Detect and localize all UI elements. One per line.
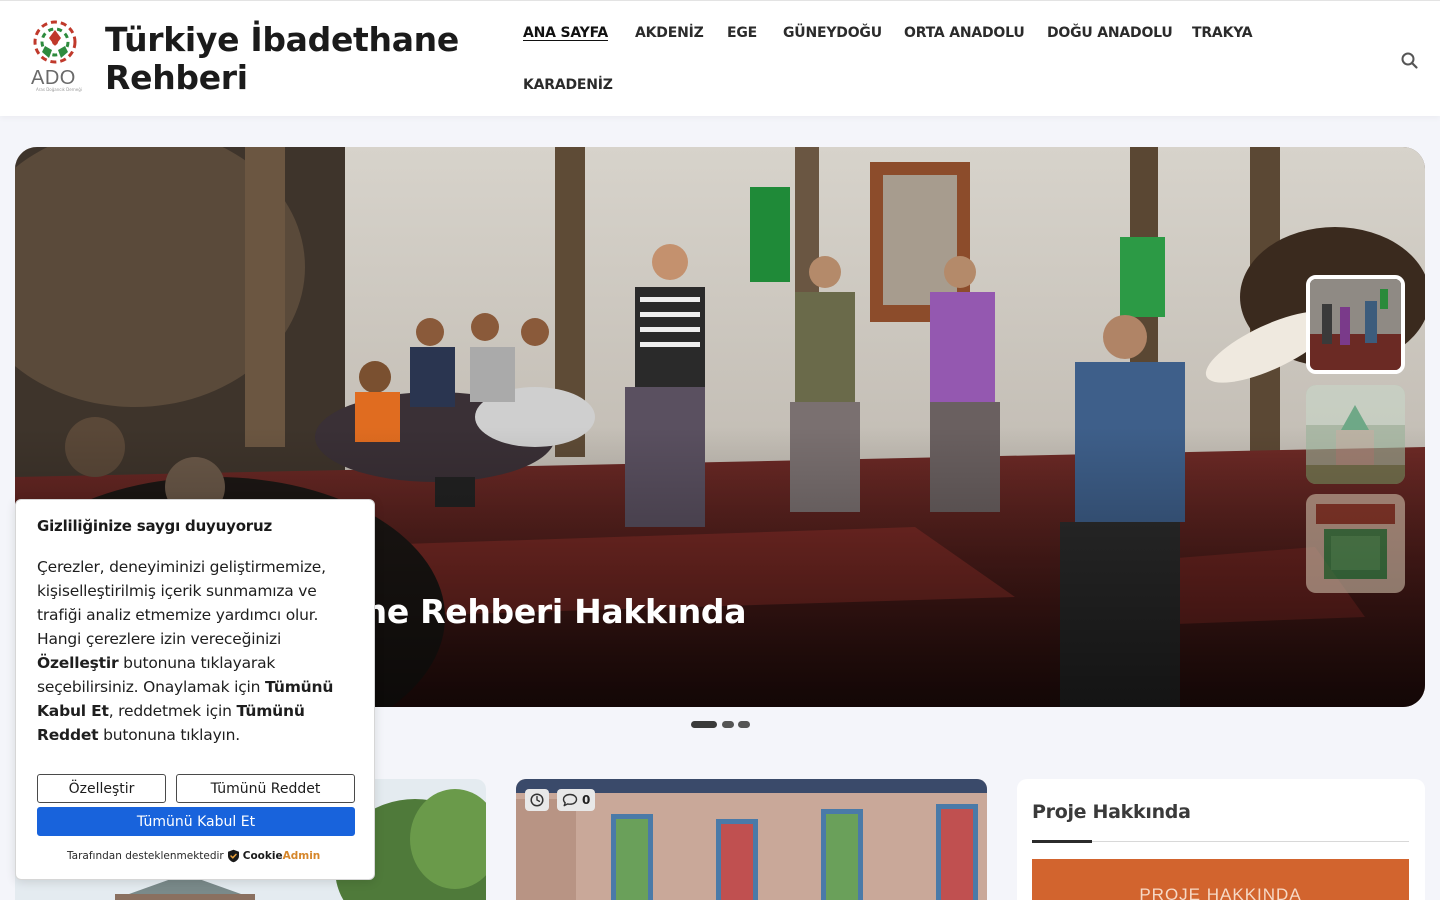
site-header: ADO Aras Doğancık Derneği Türkiye İbadet…: [0, 0, 1440, 116]
cookie-title: Gizliliğinize saygı duyuyoruz: [37, 517, 273, 535]
slider-dot-3[interactable]: [738, 721, 750, 728]
reject-all-button[interactable]: Tümünü Reddet: [176, 774, 355, 803]
clock-icon: [530, 793, 544, 807]
cookie-text-customize: Özelleştir: [37, 654, 119, 672]
cookieadmin-brand-part1: Cookie: [242, 850, 283, 862]
hero-thumbnail-1[interactable]: [1306, 275, 1405, 374]
cookie-description: Çerezler, deneyiminizi geliştirmemize, k…: [37, 555, 357, 747]
nav-dogu-anadolu[interactable]: DOĞU ANADOLU: [1047, 25, 1173, 41]
slider-dot-2[interactable]: [722, 721, 734, 728]
nav-karadeniz[interactable]: KARADENİZ: [523, 77, 613, 93]
thumbnail-image: [1306, 385, 1405, 484]
cookie-text-3: , reddetmek için: [108, 702, 237, 720]
cookie-consent-banner: Gizliliğinize saygı duyuyoruz Çerezler, …: [15, 499, 375, 880]
nav-akdeniz[interactable]: AKDENİZ: [635, 25, 704, 41]
powered-by: Tarafından desteklenmektedir CookieAdmin: [67, 849, 320, 863]
nav-ana-sayfa[interactable]: ANA SAYFA: [523, 25, 608, 41]
mosque-card-interior[interactable]: 0: [516, 779, 987, 900]
cookie-text-1: Çerezler, deneyiminizi geliştirmemize, k…: [37, 558, 326, 648]
slider-dots: [691, 721, 751, 729]
comment-icon: [562, 793, 578, 807]
thumbnail-image: [1306, 494, 1405, 593]
customize-button[interactable]: Özelleştir: [37, 774, 166, 803]
cookie-text-4: butonuna tıklayın.: [98, 726, 241, 744]
nav-trakya[interactable]: TRAKYA: [1192, 25, 1253, 41]
comment-badge[interactable]: 0: [557, 789, 596, 811]
nav-guneydogu[interactable]: GÜNEYDOĞU: [783, 25, 882, 41]
cookieadmin-logo[interactable]: CookieAdmin: [243, 850, 321, 862]
widget-title: Proje Hakkında: [1032, 801, 1191, 823]
nav-ege[interactable]: EGE: [727, 25, 757, 41]
powered-by-text: Tarafından desteklenmektedir: [67, 850, 224, 862]
thumbnail-image: [1310, 279, 1401, 370]
accept-all-button[interactable]: Tümünü Kabul Et: [37, 807, 355, 836]
nav-orta-anadolu[interactable]: ORTA ANADOLU: [904, 25, 1025, 41]
widget-divider-accent: [1032, 840, 1092, 843]
search-icon[interactable]: [1400, 51, 1420, 71]
hero-thumbnail-2[interactable]: [1306, 385, 1405, 484]
project-about-button[interactable]: PROJE HAKKINDA: [1032, 859, 1409, 900]
slider-dot-1[interactable]: [691, 721, 717, 728]
cookieadmin-brand-part2: Admin: [282, 850, 321, 862]
site-title[interactable]: Türkiye İbadethane Rehberi: [105, 21, 485, 97]
date-badge[interactable]: [525, 789, 549, 811]
project-widget: Proje Hakkında PROJE HAKKINDA: [1017, 779, 1425, 900]
logo-subtext: Aras Doğancık Derneği: [36, 87, 82, 92]
comment-count: 0: [582, 793, 591, 807]
hero-thumbnail-3[interactable]: [1306, 494, 1405, 593]
cookieadmin-shield-icon: [227, 849, 239, 863]
